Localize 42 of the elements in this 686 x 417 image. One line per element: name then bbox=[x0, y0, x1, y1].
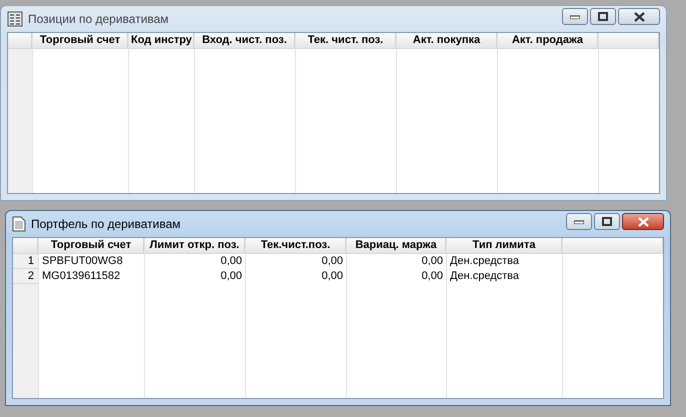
document-icon bbox=[12, 216, 26, 232]
minimize-button[interactable] bbox=[562, 8, 588, 25]
minimize-button[interactable] bbox=[566, 213, 592, 230]
table-cell-text: MG0139611582 bbox=[41, 269, 122, 284]
maximize-button[interactable] bbox=[590, 8, 616, 25]
window-title: Позиции по деривативам bbox=[28, 12, 170, 26]
column-header[interactable]: Тек.чист.поз. bbox=[246, 238, 346, 254]
minimize-icon bbox=[570, 14, 580, 18]
table-cell-text: 0,00 bbox=[420, 254, 444, 269]
column-header[interactable]: Акт. покупка bbox=[397, 33, 497, 49]
close-icon bbox=[634, 12, 644, 22]
column-header[interactable]: Торговый счет bbox=[39, 238, 144, 254]
close-button[interactable] bbox=[618, 8, 660, 25]
close-button[interactable] bbox=[622, 213, 664, 230]
window-title: Портфель по деривативам bbox=[31, 217, 182, 231]
table-cell-text: Ден.средства bbox=[449, 254, 520, 269]
table-cell-text: 0,00 bbox=[320, 254, 344, 269]
header-corner bbox=[13, 238, 38, 254]
column-header[interactable]: Тип лимита bbox=[447, 238, 562, 254]
table-cell-text: 0,00 bbox=[320, 269, 344, 284]
header-corner bbox=[8, 33, 32, 49]
maximize-icon bbox=[598, 12, 608, 21]
column-header[interactable]: Акт. продажа bbox=[498, 33, 598, 49]
column-header[interactable]: Вход. чист. поз. bbox=[195, 33, 295, 49]
table-cell-text: Ден.средства bbox=[449, 269, 520, 284]
table-icon bbox=[7, 11, 23, 27]
maximize-icon bbox=[602, 217, 612, 226]
column-header[interactable]: Торговый счет bbox=[33, 33, 128, 49]
column-header[interactable]: Код инстру bbox=[129, 33, 194, 49]
row-number: 1 bbox=[13, 254, 38, 269]
column-header[interactable]: Лимит откр. поз. bbox=[145, 238, 245, 254]
minimize-icon bbox=[574, 220, 584, 224]
row-number: 2 bbox=[13, 269, 38, 284]
table-cell-text: 0,00 bbox=[220, 269, 243, 284]
column-header[interactable]: Вариац. маржа bbox=[347, 238, 446, 254]
maximize-button[interactable] bbox=[594, 213, 620, 230]
header-filler bbox=[599, 33, 659, 49]
close-icon bbox=[638, 216, 648, 226]
table-cell-text: 0,00 bbox=[420, 269, 444, 284]
column-header[interactable]: Тек. чист. поз. bbox=[296, 33, 396, 49]
table-cell-text: 0,00 bbox=[220, 254, 243, 269]
table-cell-text: SPBFUT00WG8 bbox=[41, 254, 124, 269]
